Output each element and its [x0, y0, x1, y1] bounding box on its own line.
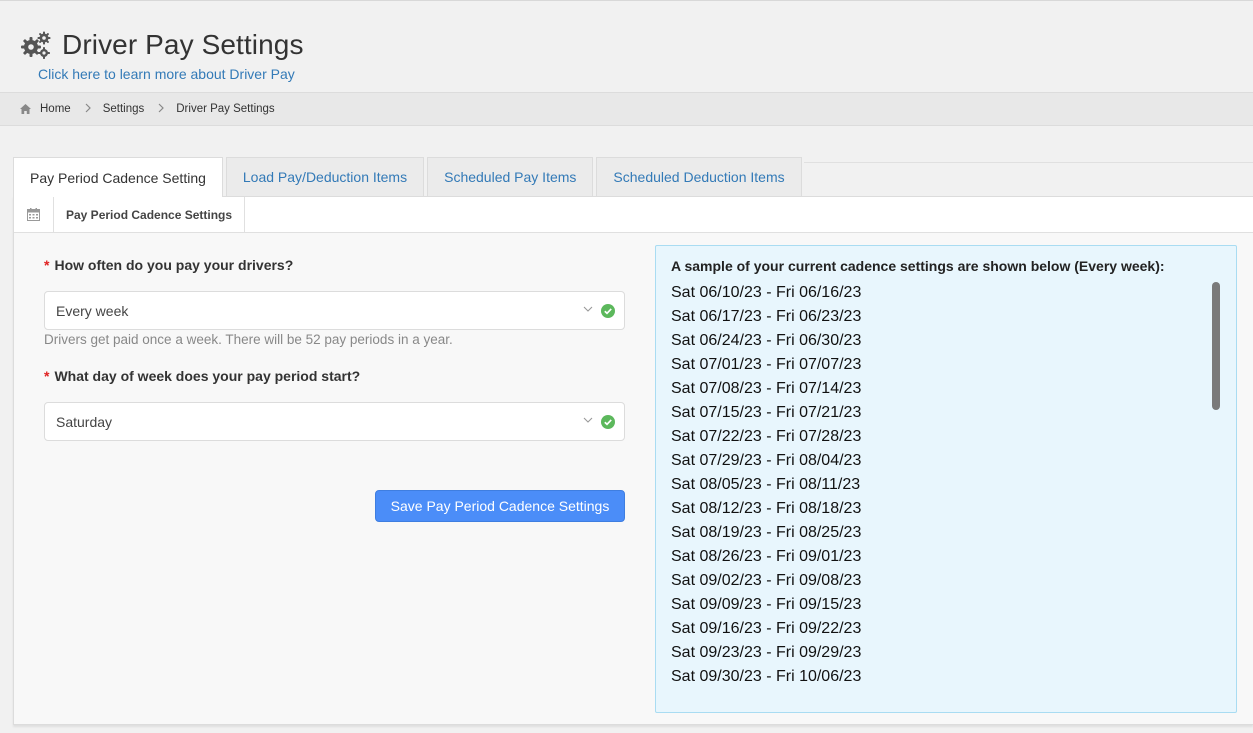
page-title: Driver Pay Settings — [62, 29, 304, 60]
sample-period-item: Sat 09/30/23 - Fri 10/06/23 — [671, 668, 862, 682]
breadcrumb-home[interactable]: Home — [40, 103, 71, 115]
sample-period-item: Sat 06/17/23 - Fri 06/23/23 — [671, 308, 862, 325]
gears-icon — [20, 30, 52, 60]
cadence-sample-panel: A sample of your current cadence setting… — [655, 245, 1237, 713]
sample-period-item: Sat 06/10/23 - Fri 06/16/23 — [671, 284, 862, 301]
chevron-down-icon — [583, 306, 593, 312]
frequency-label-text: How often do you pay your drivers? — [54, 257, 294, 273]
breadcrumb-current: Driver Pay Settings — [176, 103, 275, 115]
start-day-select[interactable]: Saturday — [44, 402, 625, 441]
sample-period-list[interactable]: Sat 06/10/23 - Fri 06/16/23 Sat 06/17/23 … — [671, 282, 1211, 682]
learn-more-link[interactable]: Click here to learn more about Driver Pa… — [38, 66, 295, 82]
sample-period-item: Sat 09/23/23 - Fri 09/29/23 — [671, 644, 862, 661]
save-cadence-button[interactable]: Save Pay Period Cadence Settings — [375, 490, 625, 522]
home-icon — [20, 104, 31, 114]
sample-period-item: Sat 07/29/23 - Fri 08/04/23 — [671, 452, 862, 469]
page-header: Driver Pay Settings — [20, 29, 304, 61]
check-circle-icon — [601, 415, 615, 429]
tab-scheduled-pay-items[interactable]: Scheduled Pay Items — [427, 157, 594, 196]
calendar-icon — [27, 208, 40, 221]
frequency-help-text: Drivers get paid once a week. There will… — [44, 332, 453, 347]
sample-period-item: Sat 07/08/23 - Fri 07/14/23 — [671, 380, 862, 397]
tab-pay-period-cadence[interactable]: Pay Period Cadence Setting — [13, 157, 223, 197]
sample-period-item: Sat 08/12/23 - Fri 08/18/23 — [671, 500, 862, 517]
sample-period-item: Sat 09/09/23 - Fri 09/15/23 — [671, 596, 862, 613]
sample-period-item: Sat 09/02/23 - Fri 09/08/23 — [671, 572, 862, 589]
breadcrumb: Home Settings Driver Pay Settings — [0, 92, 1253, 126]
chevron-down-icon — [583, 417, 593, 423]
portlet-title: Pay Period Cadence Settings — [54, 197, 246, 232]
sample-period-item: Sat 07/22/23 - Fri 07/28/23 — [671, 428, 862, 445]
start-day-label: * What day of week does your pay period s… — [44, 368, 360, 384]
sample-period-item: Sat 09/16/23 - Fri 09/22/23 — [671, 620, 862, 637]
breadcrumb-settings[interactable]: Settings — [103, 103, 145, 115]
sample-period-item: Sat 07/01/23 - Fri 07/07/23 — [671, 356, 862, 373]
sample-period-item: Sat 06/24/23 - Fri 06/30/23 — [671, 332, 862, 349]
required-marker: * — [44, 368, 50, 384]
tab-load-pay-deduction-items[interactable]: Load Pay/Deduction Items — [225, 157, 425, 196]
tab-strip-divider — [804, 162, 1253, 163]
chevron-right-icon — [158, 102, 165, 116]
start-day-select-value: Saturday — [56, 413, 113, 430]
tab-scheduled-deduction-items[interactable]: Scheduled Deduction Items — [596, 157, 802, 196]
required-marker: * — [44, 257, 50, 273]
calendar-icon-box — [14, 197, 54, 232]
sample-period-item: Sat 08/19/23 - Fri 08/25/23 — [671, 524, 862, 541]
sample-period-item: Sat 07/15/23 - Fri 07/21/23 — [671, 404, 862, 421]
scrollbar-thumb[interactable] — [1212, 282, 1220, 410]
frequency-select-value: Every week — [56, 302, 129, 319]
frequency-label: * How often do you pay your drivers? — [44, 257, 293, 273]
start-day-label-text: What day of week does your pay period st… — [54, 368, 361, 384]
sample-title: A sample of your current cadence setting… — [671, 258, 1165, 274]
sample-period-item: Sat 08/05/23 - Fri 08/11/23 — [671, 476, 861, 493]
sample-period-item: Sat 08/26/23 - Fri 09/01/23 — [671, 548, 862, 565]
frequency-select[interactable]: Every week — [44, 291, 625, 330]
portlet-header: Pay Period Cadence Settings — [14, 197, 1253, 233]
tab-bar: Pay Period Cadence Setting Load Pay/Dedu… — [13, 157, 805, 197]
check-circle-icon — [601, 304, 615, 318]
chevron-right-icon — [85, 102, 91, 116]
